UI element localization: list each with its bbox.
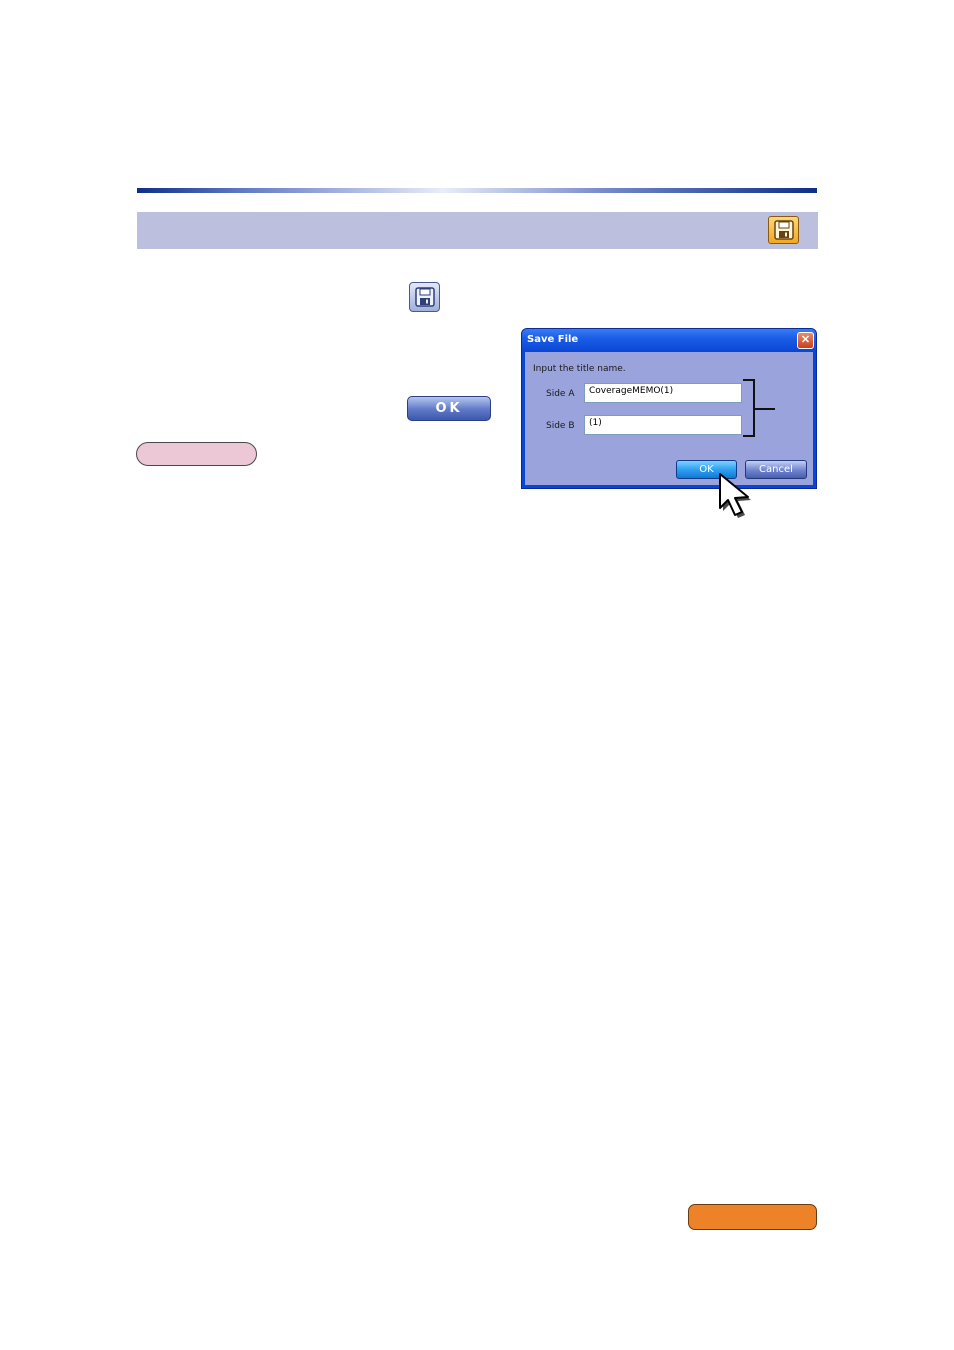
side-a-label: Side A bbox=[546, 389, 575, 399]
section-header-band bbox=[137, 212, 818, 249]
callout-bracket bbox=[743, 379, 755, 437]
save-file-dialog: Save File ✕ Input the title name. Side A… bbox=[521, 328, 817, 489]
close-icon[interactable]: ✕ bbox=[797, 332, 814, 349]
callout-bracket-tick bbox=[755, 408, 775, 410]
note-badge bbox=[136, 442, 257, 466]
dialog-titlebar[interactable]: Save File ✕ bbox=[522, 329, 816, 352]
dialog-title: Save File bbox=[527, 334, 579, 345]
mouse-pointer-icon bbox=[719, 473, 751, 518]
save-toolbar-icon[interactable] bbox=[409, 282, 440, 312]
page-nav-badge[interactable] bbox=[688, 1204, 817, 1230]
dialog-prompt: Input the title name. bbox=[533, 364, 626, 374]
side-b-label: Side B bbox=[546, 421, 575, 431]
side-b-input[interactable]: (1) bbox=[584, 415, 742, 435]
floppy-disk-icon bbox=[768, 216, 799, 244]
ok-button-illustration[interactable]: OK bbox=[407, 396, 491, 421]
side-a-input[interactable]: CoverageMEMO(1) bbox=[584, 383, 742, 403]
dialog-body: Input the title name. Side A CoverageMEM… bbox=[525, 352, 813, 485]
header-rule bbox=[137, 188, 817, 193]
